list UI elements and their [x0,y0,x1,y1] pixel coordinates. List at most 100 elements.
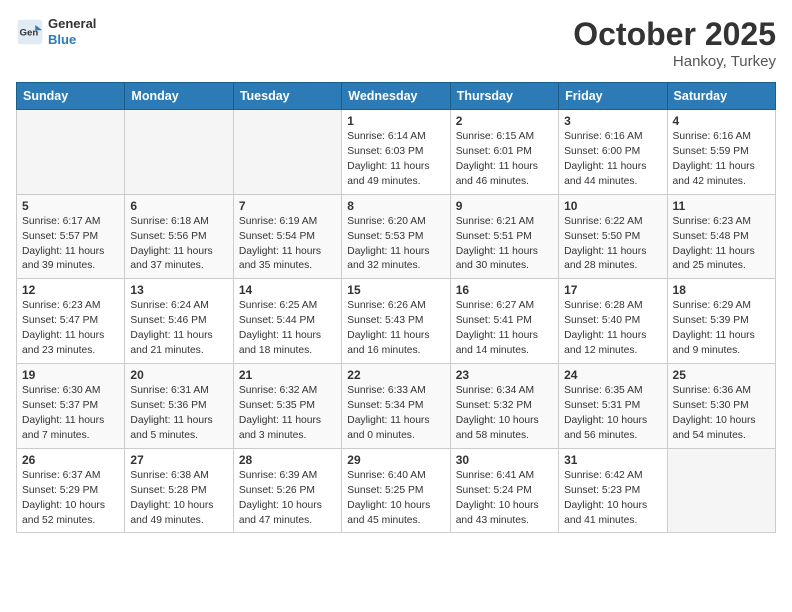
day-number: 25 [673,368,770,382]
weekday-header: Thursday [450,83,558,110]
calendar-cell: 31 Sunrise: 6:42 AM Sunset: 5:23 PM Dayli… [559,448,667,533]
calendar-cell: 11 Sunrise: 6:23 AM Sunset: 5:48 PM Dayli… [667,194,775,279]
calendar-cell: 16 Sunrise: 6:27 AM Sunset: 5:41 PM Dayli… [450,279,558,364]
day-number: 30 [456,453,553,467]
day-number: 17 [564,283,661,297]
calendar-cell: 26 Sunrise: 6:37 AM Sunset: 5:29 PM Dayli… [17,448,125,533]
day-number: 18 [673,283,770,297]
weekday-header: Wednesday [342,83,450,110]
calendar-cell: 14 Sunrise: 6:25 AM Sunset: 5:44 PM Dayli… [233,279,341,364]
day-info: Sunrise: 6:31 AM Sunset: 5:36 PM Dayligh… [130,384,227,444]
day-number: 29 [347,453,444,467]
calendar-cell: 1Sunrise: 6:14 AM Sunset: 6:03 PM Daylig… [342,110,450,195]
calendar-cell: 20Sunrise: 6:31 AM Sunset: 5:36 PM Dayli… [125,364,233,449]
logo-line2: Blue [48,32,96,48]
calendar-cell: 12Sunrise: 6:23 AM Sunset: 5:47 PM Dayli… [17,279,125,364]
day-number: 2 [456,114,553,128]
calendar-cell: 10 Sunrise: 6:22 AM Sunset: 5:50 PM Dayli… [559,194,667,279]
calendar-week-row: 5 Sunrise: 6:17 AM Sunset: 5:57 PM Daylig… [17,194,776,279]
day-info: Sunrise: 6:17 AM Sunset: 5:57 PM Dayligh… [22,215,119,275]
calendar-cell: 7 Sunrise: 6:19 AM Sunset: 5:54 PM Daylig… [233,194,341,279]
day-info: Sunrise: 6:35 AM Sunset: 5:31 PM Dayligh… [564,384,661,444]
day-info: Sunrise: 6:24 AM Sunset: 5:46 PM Dayligh… [130,299,227,359]
calendar-week-row: 26 Sunrise: 6:37 AM Sunset: 5:29 PM Dayli… [17,448,776,533]
weekday-header: Tuesday [233,83,341,110]
calendar-cell: 25Sunrise: 6:36 AM Sunset: 5:30 PM Dayli… [667,364,775,449]
day-number: 28 [239,453,336,467]
logo-text: General Blue [48,16,96,47]
day-number: 23 [456,368,553,382]
day-info: Sunrise: 6:25 AM Sunset: 5:44 PM Dayligh… [239,299,336,359]
day-number: 4 [673,114,770,128]
calendar-week-row: 1Sunrise: 6:14 AM Sunset: 6:03 PM Daylig… [17,110,776,195]
day-number: 9 [456,199,553,213]
logo-line1: General [48,16,96,32]
day-number: 24 [564,368,661,382]
day-info: Sunrise: 6:20 AM Sunset: 5:53 PM Dayligh… [347,215,444,275]
day-info: Sunrise: 6:22 AM Sunset: 5:50 PM Dayligh… [564,215,661,275]
weekday-header: Sunday [17,83,125,110]
calendar-cell: 17Sunrise: 6:28 AM Sunset: 5:40 PM Dayli… [559,279,667,364]
logo: Gen General Blue [16,16,96,47]
day-number: 16 [456,283,553,297]
calendar-cell: 3 Sunrise: 6:16 AM Sunset: 6:00 PM Daylig… [559,110,667,195]
calendar-cell: 5 Sunrise: 6:17 AM Sunset: 5:57 PM Daylig… [17,194,125,279]
calendar-cell [667,448,775,533]
calendar-cell: 28 Sunrise: 6:39 AM Sunset: 5:26 PM Dayli… [233,448,341,533]
day-number: 7 [239,199,336,213]
calendar-week-row: 12Sunrise: 6:23 AM Sunset: 5:47 PM Dayli… [17,279,776,364]
day-number: 8 [347,199,444,213]
day-info: Sunrise: 6:41 AM Sunset: 5:24 PM Dayligh… [456,469,553,529]
calendar-cell: 21 Sunrise: 6:32 AM Sunset: 5:35 PM Dayli… [233,364,341,449]
day-info: Sunrise: 6:32 AM Sunset: 5:35 PM Dayligh… [239,384,336,444]
calendar-cell: 23 Sunrise: 6:34 AM Sunset: 5:32 PM Dayli… [450,364,558,449]
calendar-cell: 22Sunrise: 6:33 AM Sunset: 5:34 PM Dayli… [342,364,450,449]
day-number: 14 [239,283,336,297]
calendar-cell: 30 Sunrise: 6:41 AM Sunset: 5:24 PM Dayli… [450,448,558,533]
calendar-cell: 19 Sunrise: 6:30 AM Sunset: 5:37 PM Dayli… [17,364,125,449]
day-number: 31 [564,453,661,467]
calendar-table: SundayMondayTuesdayWednesdayThursdayFrid… [16,82,776,533]
day-info: Sunrise: 6:37 AM Sunset: 5:29 PM Dayligh… [22,469,119,529]
day-info: Sunrise: 6:19 AM Sunset: 5:54 PM Dayligh… [239,215,336,275]
day-info: Sunrise: 6:34 AM Sunset: 5:32 PM Dayligh… [456,384,553,444]
calendar-cell: 24 Sunrise: 6:35 AM Sunset: 5:31 PM Dayli… [559,364,667,449]
calendar-header-row: SundayMondayTuesdayWednesdayThursdayFrid… [17,83,776,110]
calendar-cell [17,110,125,195]
day-number: 19 [22,368,119,382]
day-number: 15 [347,283,444,297]
day-number: 27 [130,453,227,467]
calendar-cell [233,110,341,195]
page-header: Gen General Blue October 2025 Hankoy, Tu… [16,16,776,70]
logo-icon: Gen [16,18,44,46]
location-subtitle: Hankoy, Turkey [573,53,776,70]
day-info: Sunrise: 6:40 AM Sunset: 5:25 PM Dayligh… [347,469,444,529]
day-number: 21 [239,368,336,382]
day-number: 5 [22,199,119,213]
day-number: 6 [130,199,227,213]
day-number: 11 [673,199,770,213]
calendar-cell: 13Sunrise: 6:24 AM Sunset: 5:46 PM Dayli… [125,279,233,364]
calendar-cell: 2Sunrise: 6:15 AM Sunset: 6:01 PM Daylig… [450,110,558,195]
day-number: 3 [564,114,661,128]
day-info: Sunrise: 6:33 AM Sunset: 5:34 PM Dayligh… [347,384,444,444]
day-info: Sunrise: 6:42 AM Sunset: 5:23 PM Dayligh… [564,469,661,529]
day-info: Sunrise: 6:30 AM Sunset: 5:37 PM Dayligh… [22,384,119,444]
day-number: 26 [22,453,119,467]
day-number: 12 [22,283,119,297]
title-block: October 2025 Hankoy, Turkey [573,16,776,70]
day-info: Sunrise: 6:18 AM Sunset: 5:56 PM Dayligh… [130,215,227,275]
calendar-cell: 8 Sunrise: 6:20 AM Sunset: 5:53 PM Daylig… [342,194,450,279]
day-info: Sunrise: 6:16 AM Sunset: 6:00 PM Dayligh… [564,130,661,190]
day-number: 1 [347,114,444,128]
calendar-cell: 6 Sunrise: 6:18 AM Sunset: 5:56 PM Daylig… [125,194,233,279]
day-info: Sunrise: 6:23 AM Sunset: 5:48 PM Dayligh… [673,215,770,275]
calendar-cell: 4 Sunrise: 6:16 AM Sunset: 5:59 PM Daylig… [667,110,775,195]
calendar-cell: 9Sunrise: 6:21 AM Sunset: 5:51 PM Daylig… [450,194,558,279]
calendar-cell [125,110,233,195]
day-info: Sunrise: 6:39 AM Sunset: 5:26 PM Dayligh… [239,469,336,529]
day-info: Sunrise: 6:16 AM Sunset: 5:59 PM Dayligh… [673,130,770,190]
day-info: Sunrise: 6:27 AM Sunset: 5:41 PM Dayligh… [456,299,553,359]
day-number: 10 [564,199,661,213]
weekday-header: Monday [125,83,233,110]
